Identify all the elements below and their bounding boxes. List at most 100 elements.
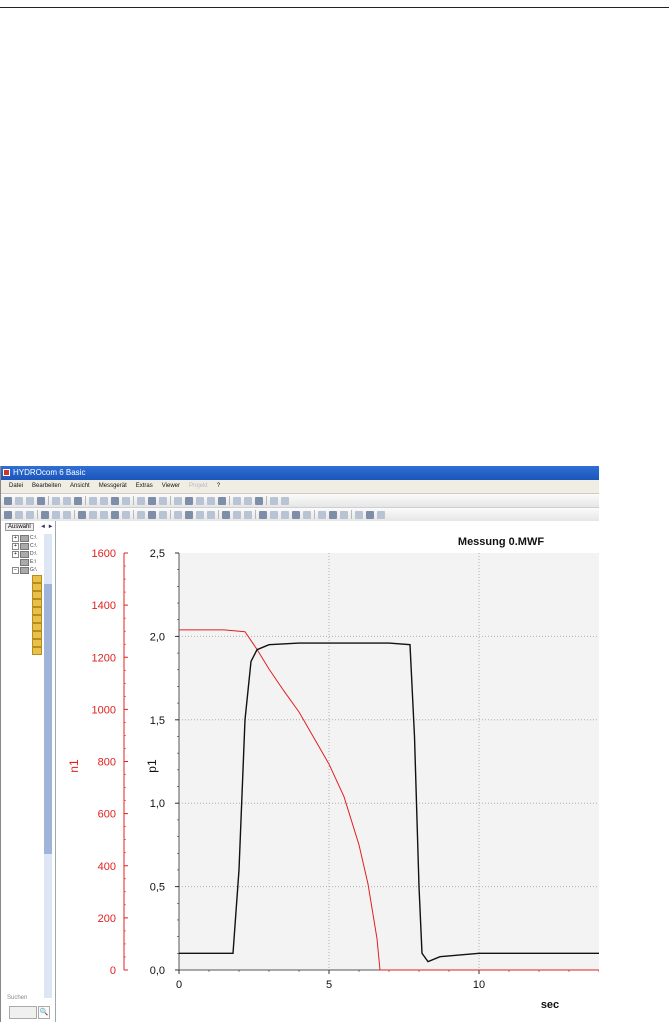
folder-icon: [32, 647, 42, 655]
toolbar-button-icon[interactable]: [89, 510, 97, 519]
expand-icon[interactable]: +: [12, 551, 19, 558]
expand-icon[interactable]: −: [12, 567, 19, 574]
toolbar-button-icon[interactable]: [174, 510, 182, 519]
toolbar-button-icon[interactable]: [89, 496, 97, 505]
tree-item-folder[interactable]: [3, 598, 47, 607]
toolbar-button-icon[interactable]: [100, 496, 108, 505]
toolbar-button-icon[interactable]: [355, 510, 363, 519]
toolbar-button-icon[interactable]: [185, 510, 193, 519]
menu-ansicht[interactable]: Ansicht: [70, 480, 90, 493]
toolbar-button-icon[interactable]: [148, 496, 156, 505]
toolbar-button-icon[interactable]: [4, 496, 12, 505]
toolbar-button-icon[interactable]: [196, 510, 204, 519]
tree-item-folder[interactable]: [3, 590, 47, 599]
toolbar-button-icon[interactable]: [15, 496, 23, 505]
toolbar-button-icon[interactable]: [41, 510, 49, 519]
tree-item-folder[interactable]: [3, 614, 47, 623]
toolbar-button-icon[interactable]: [122, 510, 130, 519]
drive-icon: [20, 567, 29, 574]
toolbar-button-icon[interactable]: [318, 510, 326, 519]
toolbar-button-icon[interactable]: [52, 496, 60, 505]
toolbar-button-icon[interactable]: [244, 510, 252, 519]
menu-datei[interactable]: Datei: [9, 480, 23, 493]
toolbar-button-icon[interactable]: [222, 510, 230, 519]
toolbar-button-icon[interactable]: [78, 510, 86, 519]
menu-messgeraet[interactable]: Messgerät: [99, 480, 127, 493]
toolbar-button-icon[interactable]: [281, 496, 289, 505]
toolbar-button-icon[interactable]: [111, 496, 119, 505]
tree-item-folder[interactable]: [3, 630, 47, 639]
toolbar-button-icon[interactable]: [218, 496, 226, 505]
search-icon[interactable]: 🔍: [38, 1006, 50, 1019]
menu-bar: Datei Bearbeiten Ansicht Messgerät Extra…: [1, 480, 599, 494]
drive-label: C:\: [30, 543, 37, 549]
search-label: Suchen: [7, 995, 28, 1001]
toolbar-button-icon[interactable]: [74, 496, 82, 505]
toolbar-button-icon[interactable]: [207, 510, 215, 519]
toolbar-button-icon[interactable]: [377, 510, 385, 519]
menu-help[interactable]: ?: [217, 480, 220, 493]
tree-item-drive[interactable]: + C:\: [3, 542, 47, 550]
menu-viewer[interactable]: Viewer: [162, 480, 180, 493]
search-input[interactable]: [9, 1006, 37, 1019]
tree-item-folder[interactable]: [3, 582, 47, 591]
explorer-scrollbar[interactable]: [44, 534, 52, 998]
toolbar-button-icon[interactable]: [122, 496, 130, 505]
toolbar-button-icon[interactable]: [37, 496, 45, 505]
tab-scroll-arrows[interactable]: ◄ ►: [40, 524, 54, 530]
tree-item-drive[interactable]: + D:\: [3, 550, 47, 558]
toolbar-button-icon[interactable]: [340, 510, 348, 519]
toolbar-button-icon[interactable]: [255, 496, 263, 505]
toolbar-button-icon[interactable]: [185, 496, 193, 505]
menu-bearbeiten[interactable]: Bearbeiten: [32, 480, 61, 493]
toolbar-button-icon[interactable]: [207, 496, 215, 505]
tab-auswahl[interactable]: Auswahl: [5, 523, 34, 531]
toolbar-button-icon[interactable]: [233, 510, 241, 519]
tree-item-folder[interactable]: [3, 622, 47, 631]
tree-item-folder[interactable]: [3, 638, 47, 647]
tree-item-folder[interactable]: [3, 574, 47, 583]
title-bar: HYDROcom 6 Basic: [1, 466, 599, 480]
p1-tick-label: 2,5: [150, 548, 165, 560]
chart-area: 0 200 400 600 800 1000 1200 1400 1600 n1 0,0 0,5 1,0…: [56, 521, 599, 1022]
toolbar-button-icon[interactable]: [281, 510, 289, 519]
toolbar-secondary: [1, 508, 599, 522]
tree-item-folder[interactable]: [3, 646, 47, 655]
tree-item-folder[interactable]: [3, 606, 47, 615]
toolbar-button-icon[interactable]: [244, 496, 252, 505]
toolbar-button-icon[interactable]: [148, 510, 156, 519]
toolbar-button-icon[interactable]: [292, 510, 300, 519]
menu-extras[interactable]: Extras: [136, 480, 153, 493]
toolbar-button-icon[interactable]: [111, 510, 119, 519]
toolbar-button-icon[interactable]: [303, 510, 311, 519]
toolbar-button-icon[interactable]: [4, 510, 12, 519]
toolbar-button-icon[interactable]: [100, 510, 108, 519]
expand-icon[interactable]: +: [12, 543, 19, 550]
tree-item-drive[interactable]: − G:\: [3, 566, 47, 574]
toolbar-button-icon[interactable]: [233, 496, 241, 505]
toolbar-button-icon[interactable]: [270, 496, 278, 505]
toolbar-button-icon[interactable]: [26, 496, 34, 505]
toolbar-button-icon[interactable]: [137, 510, 145, 519]
toolbar-button-icon[interactable]: [174, 496, 182, 505]
toolbar-button-icon[interactable]: [159, 510, 167, 519]
toolbar-button-icon[interactable]: [196, 496, 204, 505]
toolbar-button-icon[interactable]: [15, 510, 23, 519]
tree-item-drive[interactable]: + C:\: [3, 534, 47, 542]
toolbar-separator: [314, 510, 315, 519]
toolbar-button-icon[interactable]: [329, 510, 337, 519]
toolbar-button-icon[interactable]: [26, 510, 34, 519]
toolbar-button-icon[interactable]: [63, 510, 71, 519]
toolbar-button-icon[interactable]: [366, 510, 374, 519]
tree-item-drive[interactable]: E:\: [3, 558, 47, 566]
toolbar-button-icon[interactable]: [137, 496, 145, 505]
toolbar-button-icon[interactable]: [259, 510, 267, 519]
toolbar-button-icon[interactable]: [63, 496, 71, 505]
scrollbar-thumb[interactable]: [44, 584, 52, 854]
toolbar-button-icon[interactable]: [159, 496, 167, 505]
p1-tick-label: 0,0: [150, 965, 165, 977]
toolbar-separator: [48, 496, 49, 505]
expand-icon[interactable]: +: [12, 535, 19, 542]
toolbar-button-icon[interactable]: [52, 510, 60, 519]
toolbar-button-icon[interactable]: [270, 510, 278, 519]
